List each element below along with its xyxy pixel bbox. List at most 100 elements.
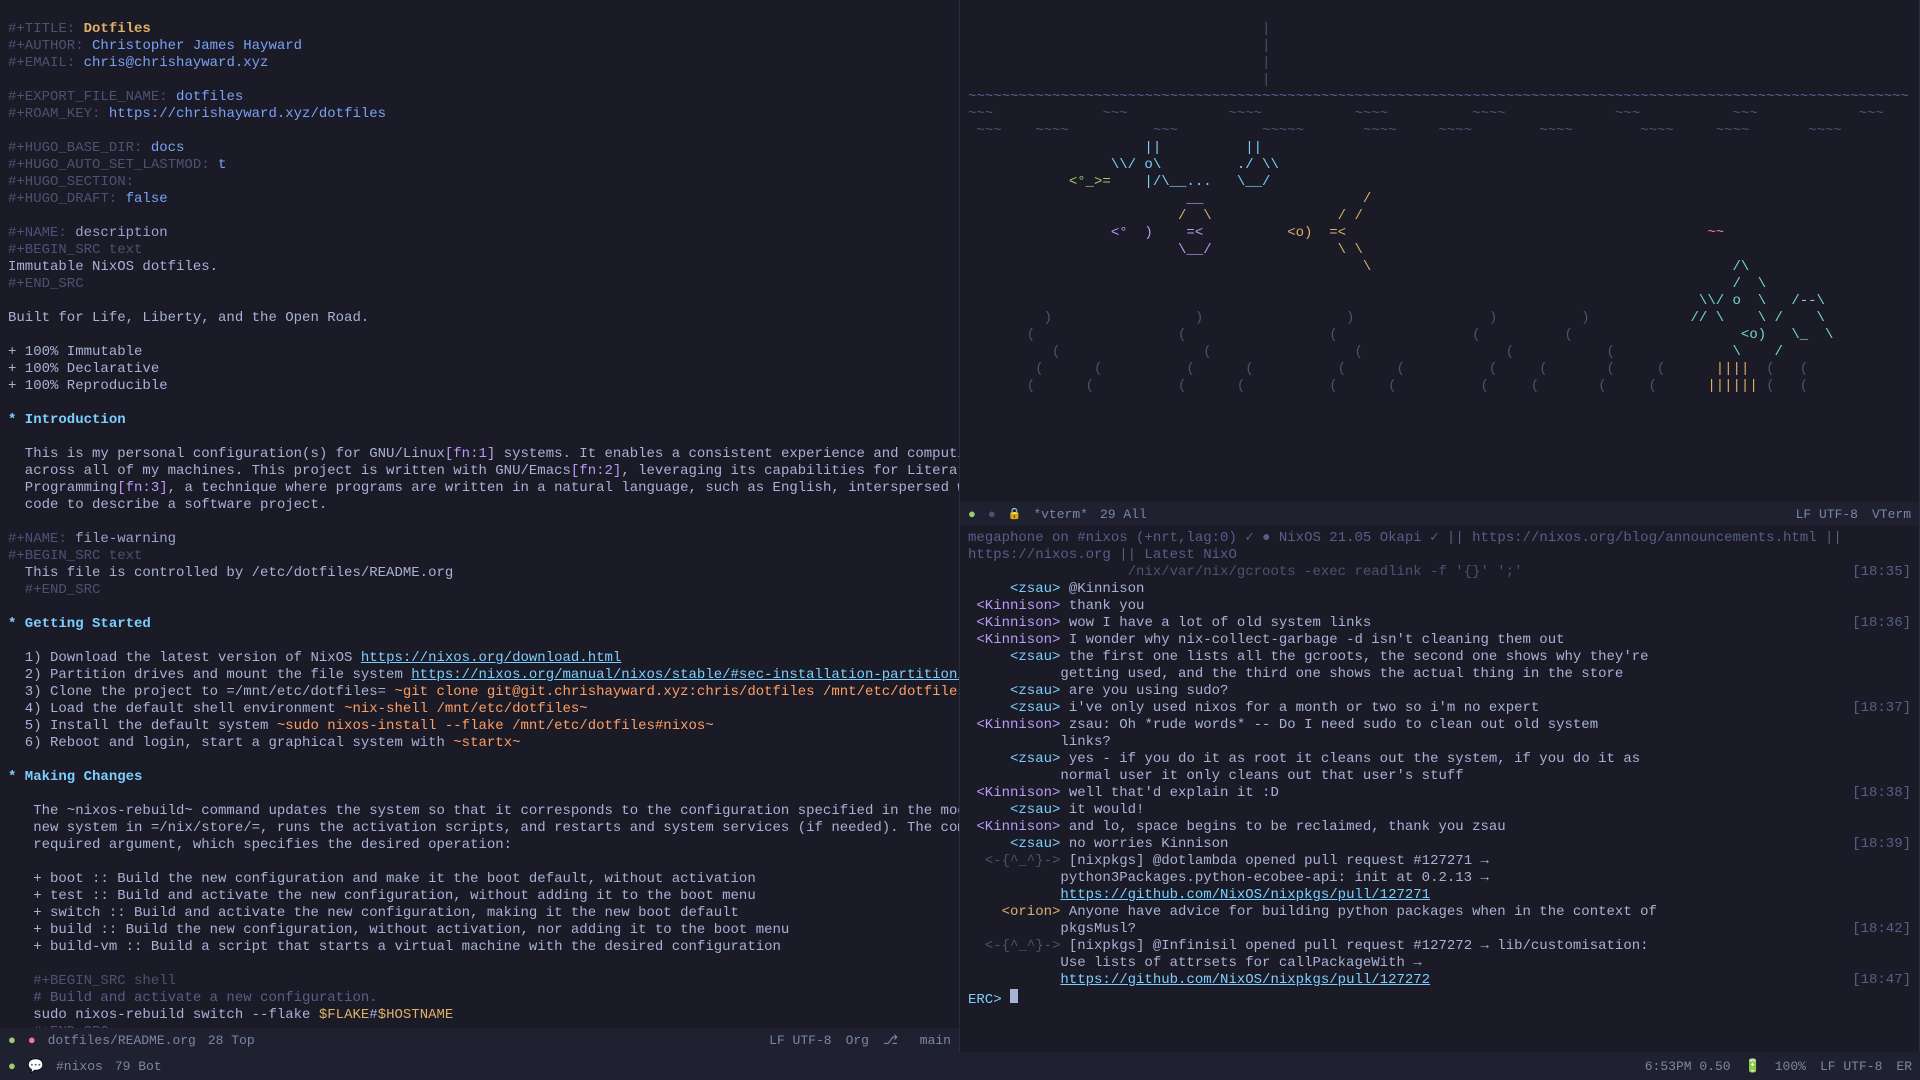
erc-input-cursor[interactable] [1010, 989, 1018, 1003]
link-nixos-manual[interactable]: https://nixos.org/manual/nixos/stable/#s… [411, 667, 960, 683]
nick: <zsau> [968, 751, 1060, 767]
msg-text: [nixpkgs] @dotlambda opened pull request… [1069, 853, 1489, 869]
src-body: sudo nixos-rebuild switch --flake $FLAKE… [8, 1007, 453, 1023]
msg-text: wow I have a lot of old system links [1069, 615, 1371, 631]
erc-prompt[interactable]: ERC> [968, 992, 1010, 1008]
msg-text: i've only used nixos for a month or two … [1069, 700, 1539, 716]
chat-line: <-{^_^}-> [nixpkgs] @Infinisil opened pu… [968, 938, 1911, 955]
step: 4) Load the default shell environment [8, 701, 344, 717]
step: 2) Partition drives and mount the file s… [8, 667, 411, 683]
chat-link[interactable]: https://github.com/NixOS/nixpkgs/pull/12… [1060, 972, 1430, 988]
chat-line: <Kinnison> I wonder why nix-collect-garb… [968, 632, 1911, 649]
major-mode[interactable]: VTerm [1872, 506, 1911, 523]
buffer-name[interactable]: dotfiles/README.org [48, 1032, 196, 1049]
begin-src: #+BEGIN_SRC text [8, 242, 142, 258]
timestamp: [18:35] [1852, 564, 1911, 581]
nick: <zsau> [968, 802, 1060, 818]
timestamp: [18:37] [1852, 700, 1911, 717]
meta-key: #+AUTHOR: [8, 38, 84, 54]
topic-line: /nix/var/nix/gcroots -exec readlink -f '… [968, 564, 1523, 580]
chat-line: <Kinnison> thank you [968, 598, 1911, 615]
ascii-seaweed: ( ( ( ( ( [968, 327, 1674, 343]
timestamp: [18:36] [1852, 615, 1911, 632]
ascii-seabed: |||||| [1707, 378, 1757, 394]
meta-key: #+HUGO_DRAFT: [8, 191, 117, 207]
src-body: Immutable NixOS dotfiles. [8, 259, 218, 275]
footnote-ref[interactable]: [fn:1] [445, 446, 495, 462]
src-name: description [75, 225, 167, 241]
vterm-buffer[interactable]: | | | | ~~~~~~~~~~~~~~~~~~~~~~~~~~~~~~~~… [960, 0, 1920, 526]
ascii-fish: |/\__... \__/ [1111, 174, 1271, 190]
meta-val: dotfiles [176, 89, 243, 105]
nick: <Kinnison> [968, 785, 1060, 801]
buffer-name[interactable]: *vterm* [1033, 506, 1088, 523]
bullet: + 100% Declarative [8, 361, 159, 377]
begin-src: #+BEGIN_SRC shell [8, 973, 176, 989]
msg-text: Anyone have advice for building python p… [1069, 904, 1657, 920]
cursor-pos: 29 All [1100, 506, 1147, 523]
para: across all of my machines. This project … [8, 463, 571, 479]
encoding: LF UTF-8 [1820, 1059, 1882, 1074]
git-branch[interactable]: main [920, 1032, 951, 1049]
major-mode[interactable]: ER [1896, 1059, 1912, 1074]
heading-making-changes[interactable]: * Making Changes [8, 769, 142, 785]
inline-code: ~git clone git@git.chrishayward.xyz:chri… [394, 684, 960, 700]
buffer-name[interactable]: #nixos [56, 1059, 103, 1074]
modeline-erc: 💬 #nixos 79 Bot 6:53PM 0.50 🔋100% LF UTF… [0, 1052, 1920, 1080]
meta-val: chris@chrishayward.xyz [84, 55, 269, 71]
meta-key: #+HUGO_BASE_DIR: [8, 140, 142, 156]
nick: <zsau> [968, 700, 1060, 716]
meta-key: #+HUGO_SECTION: [8, 174, 134, 190]
step: 6) Reboot and login, start a graphical s… [8, 735, 453, 751]
step: 3) Clone the project to =/mnt/etc/dotfil… [8, 684, 394, 700]
meta-key: #+EMAIL: [8, 55, 75, 71]
org-buffer[interactable]: #+TITLE: Dotfiles #+AUTHOR: Christopher … [0, 0, 960, 1052]
ascii-seaweed: ) ) ) ) ) [968, 310, 1682, 326]
nick: <zsau> [968, 836, 1060, 852]
battery-pct: 100% [1775, 1059, 1806, 1074]
nick: <Kinnison> [968, 717, 1060, 733]
meta-key: #+EXPORT_FILE_NAME: [8, 89, 168, 105]
end-src: #+END_SRC [8, 582, 100, 598]
doc-title: Dotfiles [84, 21, 151, 37]
meta-val: t [218, 157, 226, 173]
ascii-fish: __ [968, 191, 1321, 207]
heading-introduction[interactable]: * Introduction [8, 412, 126, 428]
chat-link[interactable]: https://github.com/NixOS/nixpkgs/pull/12… [1060, 887, 1430, 903]
major-mode[interactable]: Org [846, 1032, 869, 1049]
link-nixos-download[interactable]: https://nixos.org/download.html [361, 650, 621, 666]
msg-text: no worries Kinnison [1069, 836, 1229, 852]
footnote-ref[interactable]: [fn:2] [571, 463, 621, 479]
ascii-fish: \__/ [968, 242, 1270, 258]
nick: <zsau> [968, 581, 1060, 597]
ascii-fish: <o) =< [1270, 225, 1346, 241]
inline-code: ~nix-shell /mnt/etc/dotfiles~ [344, 701, 588, 717]
msg-text: normal user it only cleans out that user… [968, 768, 1464, 784]
src-body: This file is controlled by /etc/dotfiles… [8, 565, 453, 581]
step: 5) Install the default system [8, 718, 277, 734]
para: required argument, which specifies the d… [8, 837, 512, 853]
msg-text: I wonder why nix-collect-garbage -d isn'… [1069, 632, 1565, 648]
erc-buffer[interactable]: megaphone on #nixos (+nrt,lag:0) ✓ ● Nix… [960, 526, 1920, 1052]
msg-text: links? [968, 734, 1111, 750]
encoding: LF UTF-8 [769, 1032, 831, 1049]
ascii-art: | | | | [968, 21, 1270, 88]
chat-line: pkgsMusl?[18:42] [968, 921, 1911, 938]
timestamp: [18:38] [1852, 785, 1911, 802]
heading-getting-started[interactable]: * Getting Started [8, 616, 151, 632]
encoding: LF UTF-8 [1796, 506, 1858, 523]
status-icon [8, 1059, 16, 1074]
footnote-ref[interactable]: [fn:3] [117, 480, 167, 496]
modified-icon [28, 1032, 36, 1049]
inline-code: ~startx~ [453, 735, 520, 751]
meta-key: #+TITLE: [8, 21, 75, 37]
meta-val: false [126, 191, 168, 207]
chat-line: https://github.com/NixOS/nixpkgs/pull/12… [968, 887, 1911, 904]
ascii-shark: <o) \_ \ [1674, 327, 1834, 343]
meta-key: #+ROAM_KEY: [8, 106, 100, 122]
ascii-fish: / / [1270, 208, 1362, 224]
nick: <zsau> [968, 683, 1060, 699]
clock: 6:53PM 0.50 [1645, 1059, 1731, 1074]
lock-icon [1008, 505, 1022, 524]
chat-line: <Kinnison> well that'd explain it :D[18:… [968, 785, 1911, 802]
